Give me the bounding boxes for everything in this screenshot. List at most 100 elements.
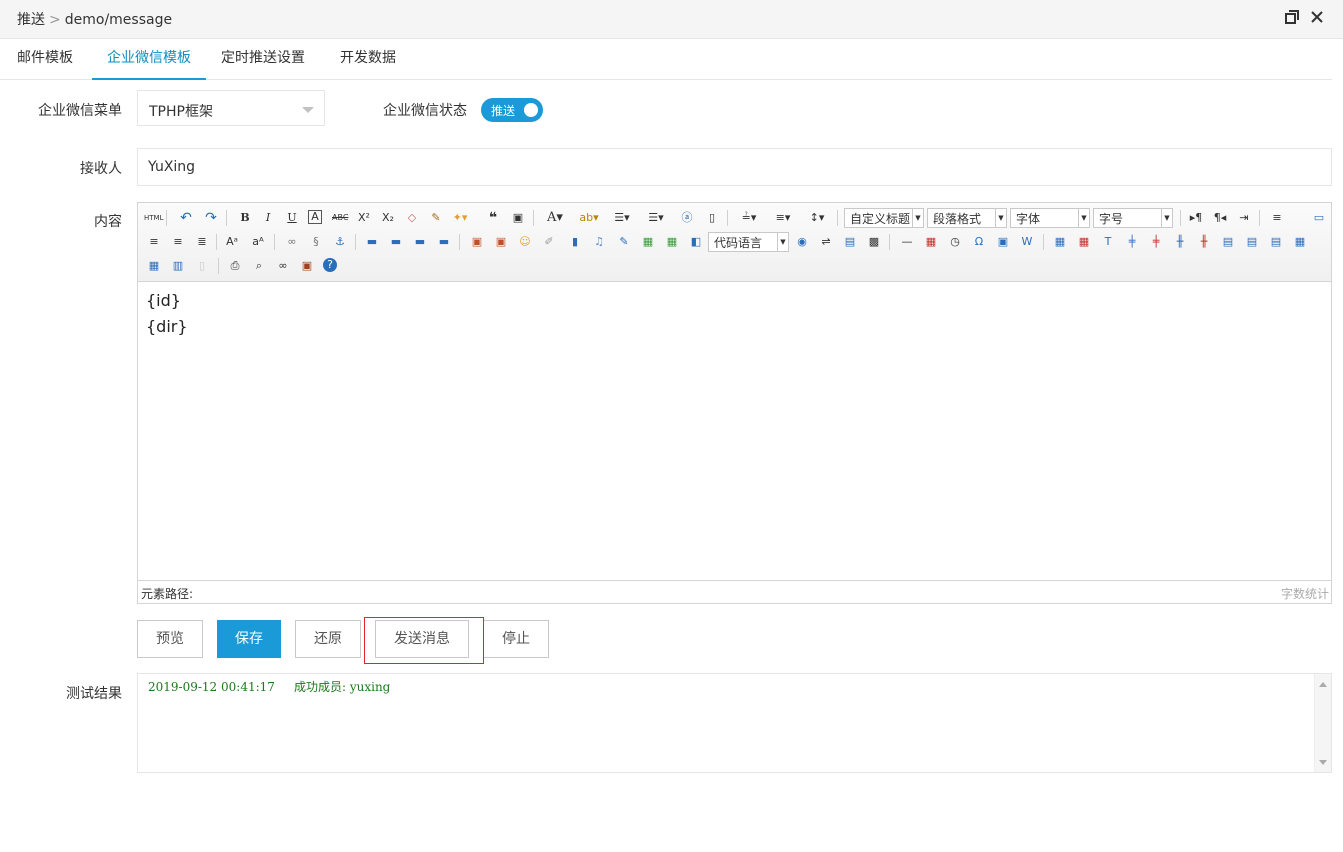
tab-schedule-settings[interactable]: 定时推送设置 — [221, 39, 305, 78]
insert-frame-icon[interactable]: ◧ — [688, 234, 704, 250]
preview-button[interactable]: 预览 — [137, 620, 203, 658]
unordered-list-icon[interactable]: ☰▾ — [644, 210, 668, 226]
border-text-icon[interactable]: A — [308, 210, 322, 224]
font-family-select[interactable]: 字体 ▼ — [1010, 208, 1090, 228]
image-none-icon[interactable]: ▬ — [364, 234, 380, 250]
insert-image-icon[interactable]: ▣ — [493, 234, 509, 250]
save-button[interactable]: 保存 — [217, 620, 281, 658]
anchor-icon[interactable]: ⚓ — [332, 234, 348, 250]
help-icon[interactable]: ? — [323, 258, 337, 272]
delete-row-icon[interactable]: ╪ — [1148, 234, 1164, 250]
search-replace-icon[interactable]: ▣ — [995, 234, 1011, 250]
music-icon[interactable]: ♫ — [591, 234, 607, 250]
insert-row-icon[interactable]: ╪ — [1124, 234, 1140, 250]
restore-window-icon[interactable] — [1284, 9, 1302, 27]
drafts-icon[interactable]: ▣ — [299, 258, 315, 274]
subscript-icon[interactable]: X₂ — [380, 210, 396, 226]
menu-select[interactable]: TPHP框架 — [137, 90, 325, 126]
link-icon[interactable]: ∞ — [284, 234, 300, 250]
ordered-list-icon[interactable]: ☰▾ — [610, 210, 634, 226]
preview-icon[interactable]: ⌕ — [251, 258, 267, 274]
merge-down-icon[interactable]: ▤ — [1268, 234, 1284, 250]
align-justify-icon[interactable]: ≣ — [194, 234, 210, 250]
bold-icon[interactable]: B — [237, 210, 253, 226]
delete-table-icon[interactable]: ▦ — [1076, 234, 1092, 250]
emotion-icon[interactable]: ☺ — [517, 234, 533, 250]
stop-button[interactable]: 停止 — [483, 620, 549, 658]
insert-video-icon[interactable]: ▮ — [567, 234, 583, 250]
align-left-icon[interactable]: ≡ — [1269, 210, 1285, 226]
editor-content[interactable]: {id} {dir} — [146, 288, 188, 340]
image-center-icon[interactable]: ▬ — [436, 234, 452, 250]
ltr-icon[interactable]: ▸¶ — [1188, 210, 1204, 226]
undo-icon[interactable]: ↶ — [178, 210, 194, 226]
strikethrough-icon[interactable]: ABC — [332, 210, 348, 226]
send-message-button[interactable]: 发送消息 — [375, 620, 469, 658]
page-scrollbar[interactable] — [1332, 39, 1343, 852]
underline-icon[interactable]: U — [284, 210, 300, 226]
close-icon[interactable] — [1309, 9, 1327, 27]
auto-format-icon[interactable]: ✦▾ — [452, 210, 468, 226]
superscript-icon[interactable]: X² — [356, 210, 372, 226]
italic-icon[interactable]: I — [260, 210, 276, 226]
result-scrollbar[interactable] — [1314, 674, 1331, 772]
indent-icon[interactable]: ⇥ — [1236, 210, 1252, 226]
align-center-icon[interactable]: ≡ — [146, 234, 162, 250]
merge-cells-icon[interactable]: ▤ — [1220, 234, 1236, 250]
charts-icon[interactable]: ▯ — [194, 258, 210, 274]
redo-icon[interactable]: ↷ — [203, 210, 219, 226]
template-icon[interactable]: ◉ — [794, 234, 810, 250]
web-app-icon[interactable]: ▩ — [866, 234, 882, 250]
page-break-icon[interactable]: ⇌ — [818, 234, 834, 250]
insert-table-icon[interactable]: ▦ — [1052, 234, 1068, 250]
format-brush-icon[interactable]: ✎ — [428, 210, 444, 226]
eraser-icon[interactable]: ◇ — [404, 210, 420, 226]
map-icon[interactable]: ▦ — [640, 234, 656, 250]
breadcrumb-root[interactable]: 推送 — [17, 12, 45, 28]
image-right-icon[interactable]: ▬ — [412, 234, 428, 250]
date-icon[interactable]: ▦ — [923, 234, 939, 250]
status-toggle[interactable]: 推送 — [481, 98, 543, 122]
image-left-icon[interactable]: ▬ — [388, 234, 404, 250]
result-textarea[interactable]: 2019-09-12 00:41:17 成功成员: yuxing — [137, 673, 1332, 773]
blockquote-icon[interactable]: ❝ — [485, 210, 501, 226]
split-to-cells-icon[interactable]: ▦ — [1292, 234, 1308, 250]
search-icon[interactable]: ∞ — [275, 258, 291, 274]
google-map-icon[interactable]: ▦ — [664, 234, 680, 250]
merge-right-icon[interactable]: ▤ — [1244, 234, 1260, 250]
delete-col-icon[interactable]: ╫ — [1196, 234, 1212, 250]
paste-plain-icon[interactable]: ▣ — [510, 210, 526, 226]
rtl-icon[interactable]: ¶◂ — [1212, 210, 1228, 226]
time-icon[interactable]: ◷ — [947, 234, 963, 250]
font-color-icon[interactable]: A▾ — [543, 210, 567, 226]
code-language-select[interactable]: 代码语言 ▼ — [708, 232, 789, 252]
simple-upload-icon[interactable]: ▣ — [469, 234, 485, 250]
to-uppercase-icon[interactable]: Aᵃ — [224, 234, 240, 250]
scrawl-icon[interactable]: ✐ — [541, 234, 557, 250]
clear-doc-icon[interactable]: ▯ — [704, 210, 720, 226]
font-size-select[interactable]: 字号 ▼ — [1093, 208, 1173, 228]
tab-email-template[interactable]: 邮件模板 — [17, 39, 73, 78]
unlink-icon[interactable]: § — [308, 234, 324, 250]
special-chars-icon[interactable]: Ω — [971, 234, 987, 250]
insert-col-icon[interactable]: ╫ — [1172, 234, 1188, 250]
row-spacing-top-icon[interactable]: ≟▾ — [736, 210, 762, 226]
fullscreen-icon[interactable]: ▭ — [1311, 210, 1327, 226]
receiver-input[interactable]: YuXing — [137, 148, 1332, 186]
line-height-icon[interactable]: ↕▾ — [804, 210, 830, 226]
split-to-rows-icon[interactable]: ▦ — [146, 258, 162, 274]
highlight-color-icon[interactable]: ab▾ — [576, 210, 602, 226]
align-right-icon[interactable]: ≡ — [170, 234, 186, 250]
custom-title-select[interactable]: 自定义标题 ▼ — [844, 208, 924, 228]
print-icon[interactable]: ⎙ — [227, 258, 243, 274]
html-source-icon[interactable]: HTML — [144, 210, 163, 226]
tab-wechat-template[interactable]: 企业微信模板 — [92, 39, 206, 80]
word-image-icon[interactable]: W — [1019, 234, 1035, 250]
row-spacing-bottom-icon[interactable]: ≡▾ — [770, 210, 796, 226]
to-lowercase-icon[interactable]: aᴬ — [250, 234, 266, 250]
horizontal-rule-icon[interactable]: — — [899, 234, 915, 250]
insert-paragraph-before-table-icon[interactable]: T — [1100, 234, 1116, 250]
attachment-icon[interactable]: ✎ — [616, 234, 632, 250]
paragraph-select[interactable]: 段落格式 ▼ — [927, 208, 1007, 228]
tab-dev-data[interactable]: 开发数据 — [340, 39, 396, 78]
